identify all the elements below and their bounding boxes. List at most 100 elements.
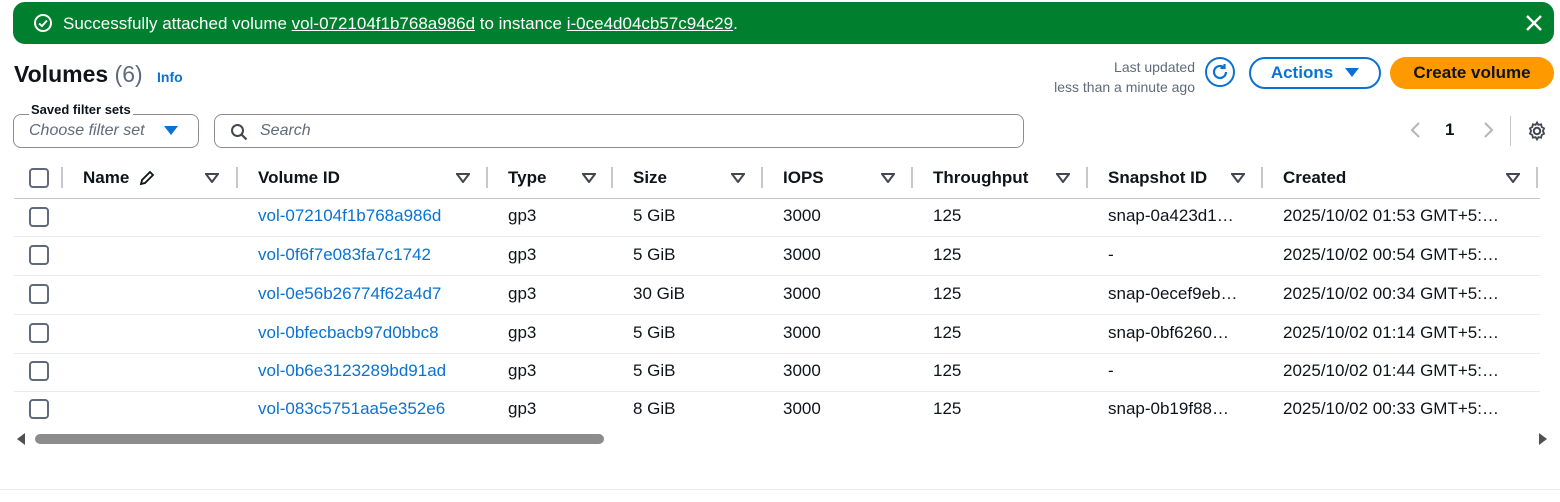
create-volume-button[interactable]: Create volume <box>1390 57 1554 89</box>
column-throughput[interactable]: Throughput <box>913 160 1088 198</box>
info-link[interactable]: Info <box>157 69 183 85</box>
saved-filter-set-select[interactable]: Choose filter set <box>13 114 199 148</box>
last-updated-label: Last updated <box>1114 59 1195 75</box>
last-updated: Last updated less than a minute ago <box>1020 57 1195 97</box>
sort-caret-icon[interactable] <box>881 173 895 183</box>
cell-snapshot-id: snap-0ecef9eb… <box>1108 284 1238 303</box>
sort-caret-icon[interactable] <box>1506 173 1520 183</box>
column-volume-id-label: Volume ID <box>258 168 340 187</box>
column-name-label: Name <box>83 168 130 187</box>
column-volume-id[interactable]: Volume ID <box>238 160 488 198</box>
column-created[interactable]: Created <box>1263 160 1540 198</box>
cell-iops: 3000 <box>783 323 821 342</box>
column-snapshot-id-label: Snapshot ID <box>1108 168 1208 187</box>
cell-created: 2025/10/02 00:54 GMT+5:… <box>1283 245 1499 264</box>
cell-created: 2025/10/02 01:14 GMT+5:… <box>1283 323 1499 342</box>
success-check-icon <box>34 14 52 32</box>
flash-instance-link[interactable]: i-0ce4d04cb57c94c29 <box>567 14 733 33</box>
cell-throughput: 125 <box>933 245 962 264</box>
table-row[interactable]: vol-0f6f7e083fa7c1742 gp3 5 GiB 3000 125… <box>14 237 1540 276</box>
column-iops[interactable]: IOPS <box>763 160 913 198</box>
settings-gear-icon[interactable] <box>1526 120 1548 142</box>
cell-created: 2025/10/02 01:44 GMT+5:… <box>1283 361 1499 380</box>
row-checkbox[interactable] <box>29 245 49 265</box>
sort-caret-icon[interactable] <box>1231 173 1245 183</box>
refresh-icon <box>1212 64 1228 80</box>
page-title-text: Volumes <box>14 61 109 87</box>
flash-suffix: . <box>733 14 738 33</box>
flash-middle: to instance <box>475 14 567 33</box>
cell-type: gp3 <box>508 399 537 418</box>
row-checkbox[interactable] <box>29 361 49 381</box>
cell-type: gp3 <box>508 206 537 225</box>
scroll-left-arrow-icon[interactable] <box>16 432 26 446</box>
flash-message: Successfully attached volume vol-072104f… <box>63 14 738 34</box>
cell-volume-id[interactable]: vol-072104f1b768a986d <box>258 206 441 226</box>
saved-filter-placeholder: Choose filter set <box>29 122 145 139</box>
close-icon[interactable] <box>1524 13 1544 33</box>
column-divider <box>1536 167 1538 188</box>
chevron-right-icon[interactable] <box>1480 120 1496 140</box>
bottom-divider <box>0 489 1560 490</box>
table-row[interactable]: vol-072104f1b768a986d gp3 5 GiB 3000 125… <box>14 198 1540 237</box>
cell-volume-id[interactable]: vol-083c5751aa5e352e6 <box>258 399 445 419</box>
search-placeholder: Search <box>260 122 311 139</box>
cell-size: 8 GiB <box>633 399 676 418</box>
row-checkbox[interactable] <box>29 284 49 304</box>
cell-type: gp3 <box>508 245 537 264</box>
row-checkbox[interactable] <box>29 399 49 419</box>
volume-count: (6) <box>114 61 143 87</box>
column-iops-label: IOPS <box>783 168 824 187</box>
chevron-left-icon[interactable] <box>1408 120 1424 140</box>
pager-divider <box>1510 116 1511 146</box>
cell-volume-id[interactable]: vol-0e56b26774f62a4d7 <box>258 284 441 304</box>
cell-snapshot-id: snap-0bf6260… <box>1108 323 1229 342</box>
cell-iops: 3000 <box>783 206 821 225</box>
table-row[interactable]: vol-0e56b26774f62a4d7 gp3 30 GiB 3000 12… <box>14 276 1540 315</box>
actions-button[interactable]: Actions <box>1249 57 1381 89</box>
cell-snapshot-id: - <box>1108 245 1114 264</box>
row-checkbox[interactable] <box>29 323 49 343</box>
horizontal-scrollbar-thumb[interactable] <box>35 434 604 444</box>
table-row[interactable]: vol-0b6e3123289bd91ad gp3 5 GiB 3000 125… <box>14 353 1540 392</box>
caret-down-icon <box>1345 68 1360 77</box>
column-type-label: Type <box>508 168 547 187</box>
row-checkbox[interactable] <box>29 207 49 227</box>
edit-pencil-icon <box>139 170 155 186</box>
column-type[interactable]: Type <box>488 160 613 198</box>
search-input[interactable]: Search <box>214 114 1024 148</box>
column-name[interactable]: Name <box>62 160 238 198</box>
current-page[interactable]: 1 <box>1445 120 1454 140</box>
select-all-checkbox[interactable] <box>29 168 49 188</box>
sort-caret-icon[interactable] <box>731 173 745 183</box>
refresh-button[interactable] <box>1205 57 1235 87</box>
sort-caret-icon[interactable] <box>205 173 219 183</box>
flash-volume-link[interactable]: vol-072104f1b768a986d <box>292 14 475 33</box>
scroll-right-arrow-icon[interactable] <box>1538 432 1548 446</box>
cell-volume-id[interactable]: vol-0f6f7e083fa7c1742 <box>258 245 431 265</box>
cell-throughput: 125 <box>933 206 962 225</box>
cell-type: gp3 <box>508 284 537 303</box>
cell-iops: 3000 <box>783 245 821 264</box>
sort-caret-icon[interactable] <box>582 173 596 183</box>
cell-snapshot-id: snap-0a423d1… <box>1108 206 1234 225</box>
caret-down-icon <box>164 126 178 135</box>
cell-snapshot-id: - <box>1108 361 1114 380</box>
cell-size: 5 GiB <box>633 206 676 225</box>
sort-caret-icon[interactable] <box>456 173 470 183</box>
sort-caret-icon[interactable] <box>1056 173 1070 183</box>
table-row[interactable]: vol-083c5751aa5e352e6 gp3 8 GiB 3000 125… <box>14 391 1540 429</box>
page-title: Volumes (6) <box>14 61 143 88</box>
flash-prefix: Successfully attached volume <box>63 14 292 33</box>
cell-iops: 3000 <box>783 361 821 380</box>
cell-volume-id[interactable]: vol-0b6e3123289bd91ad <box>258 361 446 381</box>
actions-label: Actions <box>1270 63 1334 82</box>
table-header: Name Volume ID Type Size IOPS Throughput… <box>14 160 1540 199</box>
column-snapshot-id[interactable]: Snapshot ID <box>1088 160 1263 198</box>
cell-throughput: 125 <box>933 399 962 418</box>
column-size[interactable]: Size <box>613 160 763 198</box>
cell-snapshot-id: snap-0b19f88… <box>1108 399 1229 418</box>
table-row[interactable]: vol-0bfecbacb97d0bbc8 gp3 5 GiB 3000 125… <box>14 315 1540 354</box>
cell-size: 30 GiB <box>633 284 685 303</box>
cell-volume-id[interactable]: vol-0bfecbacb97d0bbc8 <box>258 323 439 343</box>
